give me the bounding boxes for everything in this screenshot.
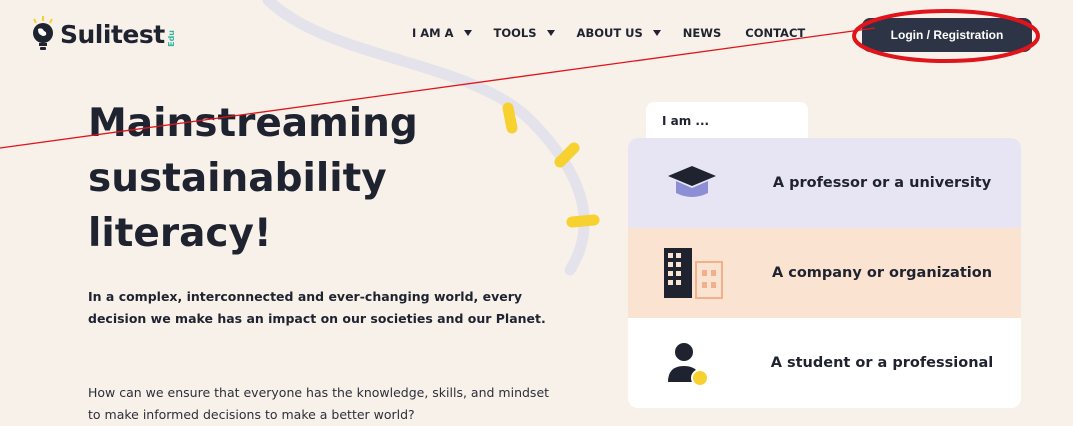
hero-intro-text: In a complex, interconnected and ever-ch… <box>88 289 546 326</box>
nav-item-label: CONTACT <box>745 26 806 40</box>
profile-selector-card: A professor or a university A company or… <box>628 138 1021 408</box>
selector-tab: I am ... <box>646 102 808 140</box>
hero-title-line: Mainstreaming <box>88 101 418 146</box>
nav-item-label: NEWS <box>682 26 722 40</box>
option-label: A company or organization <box>771 265 993 281</box>
option-professor-university[interactable]: A professor or a university <box>628 138 1021 228</box>
caret-down-icon <box>652 30 661 36</box>
nav-item-tools[interactable]: TOOLS <box>494 26 555 40</box>
hero-question-text: How can we ensure that everyone has the … <box>88 385 550 422</box>
nav-item-label: ABOUT US <box>576 26 643 40</box>
nav-item-label: I AM A <box>412 26 454 40</box>
option-label: A professor or a university <box>772 175 992 191</box>
option-label: A student or a professional <box>770 355 994 371</box>
hero-title: Mainstreaming sustainability literacy! <box>88 96 508 261</box>
caret-down-icon <box>546 30 555 36</box>
nav-item-contact[interactable]: CONTACT <box>745 26 805 40</box>
nav-item-about-us[interactable]: ABOUT US <box>577 26 661 40</box>
hero-title-line: sustainability <box>88 156 387 201</box>
person-icon <box>668 343 709 387</box>
lightbulb-globe-icon <box>33 16 53 50</box>
option-company-organization[interactable]: A company or organization <box>628 228 1021 318</box>
main-navigation: I AM A TOOLS ABOUT US NEWS CONTACT <box>412 26 829 40</box>
brand-logo[interactable]: Sulitest Edu <box>28 14 176 54</box>
option-student-professional[interactable]: A student or a professional <box>628 318 1021 408</box>
graduation-cap-icon <box>668 166 716 197</box>
login-registration-button[interactable]: Login / Registration <box>862 18 1032 52</box>
nav-item-news[interactable]: NEWS <box>683 26 721 40</box>
nav-item-i-am-a[interactable]: I AM A <box>412 26 472 40</box>
brand-suffix: Edu <box>166 29 176 47</box>
building-icon <box>664 248 723 299</box>
brand-name: Sulitest <box>60 19 165 49</box>
nav-item-label: TOOLS <box>493 26 537 40</box>
hero-title-line: literacy! <box>88 211 272 256</box>
caret-down-icon <box>463 30 472 36</box>
